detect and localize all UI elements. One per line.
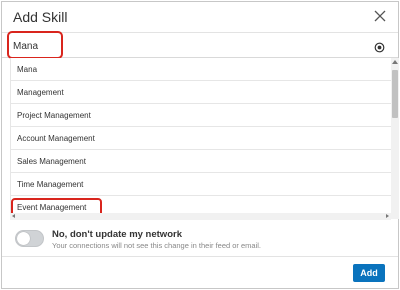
clear-target-icon[interactable] bbox=[374, 40, 385, 53]
search-row bbox=[2, 33, 398, 58]
toggle-knob bbox=[17, 232, 30, 245]
dialog-header: Add Skill bbox=[2, 2, 398, 33]
horizontal-scrollbar[interactable] bbox=[10, 213, 391, 220]
suggestion-item-management[interactable]: Management bbox=[11, 81, 391, 104]
scroll-thumb[interactable] bbox=[392, 70, 398, 118]
suggestion-item-sales-management[interactable]: Sales Management bbox=[11, 150, 391, 173]
dialog-title: Add Skill bbox=[13, 9, 68, 25]
add-button[interactable]: Add bbox=[353, 264, 385, 282]
vertical-scrollbar[interactable] bbox=[391, 58, 399, 219]
network-toggle-description: Your connections will not see this chang… bbox=[52, 241, 262, 250]
suggestion-item-project-management[interactable]: Project Management bbox=[11, 104, 391, 127]
scroll-up-icon[interactable] bbox=[392, 60, 398, 64]
suggestion-item-account-management[interactable]: Account Management bbox=[11, 127, 391, 150]
dialog-footer: No, don't update my network Your connect… bbox=[2, 220, 398, 288]
suggestion-list: Mana Management Project Management Accou… bbox=[10, 58, 391, 219]
close-icon[interactable] bbox=[372, 8, 388, 24]
scroll-right-icon[interactable] bbox=[386, 214, 389, 218]
suggestion-item-mana[interactable]: Mana bbox=[11, 58, 391, 81]
scroll-left-icon[interactable] bbox=[12, 214, 15, 218]
add-skill-dialog: Add Skill Mana Management Project Manage… bbox=[1, 1, 399, 289]
footer-divider bbox=[2, 256, 398, 257]
skill-search-input[interactable] bbox=[13, 38, 353, 54]
network-toggle-title: No, don't update my network bbox=[52, 229, 182, 240]
network-update-toggle[interactable] bbox=[15, 230, 44, 247]
suggestion-item-time-management[interactable]: Time Management bbox=[11, 173, 391, 196]
